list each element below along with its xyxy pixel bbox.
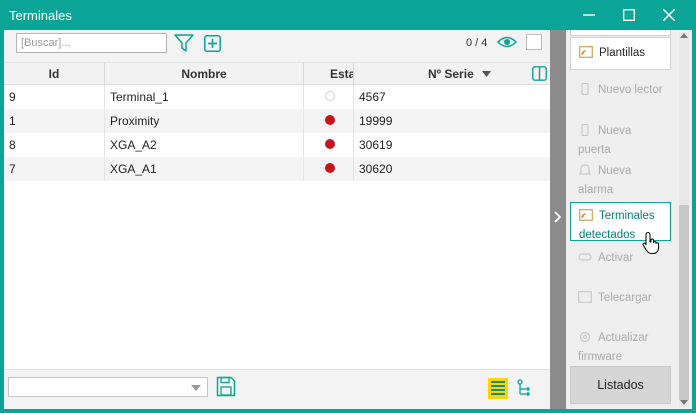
maximize-button[interactable] <box>609 0 649 30</box>
grid-footer <box>4 369 550 409</box>
cell-estado <box>304 109 354 133</box>
gear-icon <box>579 331 591 343</box>
cell-id: 1 <box>4 109 105 133</box>
filter-icon[interactable] <box>174 33 194 53</box>
cell-serie: 4567 <box>359 90 386 104</box>
sidebar-item-label: Activar <box>598 252 634 264</box>
grid-toolbar: 0 / 4 <box>4 30 550 63</box>
grid-header: Id Nombre Esta Nº Serie <box>4 63 550 85</box>
chevron-right-icon <box>554 211 562 223</box>
column-header-estado[interactable]: Esta <box>304 63 354 85</box>
terminal-detect-icon <box>579 209 593 221</box>
template-icon <box>579 46 593 58</box>
cell-serie: 30619 <box>359 138 393 152</box>
cell-id: 8 <box>4 133 105 157</box>
record-count: 0 / 4 <box>466 37 488 49</box>
status-dot <box>325 163 335 173</box>
sidebar-item-actualizar-firmware[interactable]: Actualizar firmware <box>570 325 671 364</box>
close-button[interactable] <box>649 0 689 30</box>
sidebar-item-label: Plantillas <box>599 47 646 59</box>
search-input[interactable] <box>16 33 167 53</box>
cell-nombre: Proximity <box>105 109 304 133</box>
sidebar-scrollbar[interactable] <box>676 30 692 409</box>
activate-icon <box>578 253 592 261</box>
sidebar-item-label: Telecargar <box>598 292 652 304</box>
sidebar-item-partial[interactable] <box>570 30 671 36</box>
table-row[interactable]: 1 Proximity 19999 <box>4 109 550 133</box>
column-header-nombre[interactable]: Nombre <box>105 63 304 85</box>
table-row[interactable]: 8 XGA_A2 30619 <box>4 133 550 157</box>
title-bar: Terminales <box>0 0 696 30</box>
actions-sidebar: Plantillas Nuevo lector Nueva puerta Nueva … <box>566 30 692 409</box>
window-title: Terminales <box>9 8 72 23</box>
status-dot <box>325 91 335 101</box>
terminals-grid: Id Nombre Esta Nº Serie 9 Terminal_1 4567 1… <box>4 63 550 181</box>
cell-serie: 19999 <box>359 114 393 128</box>
cell-nombre: XGA_A1 <box>105 157 304 181</box>
table-row[interactable]: 9 Terminal_1 4567 <box>4 85 550 109</box>
scroll-down-arrow[interactable] <box>680 400 688 405</box>
tree-view-icon[interactable] <box>516 379 532 397</box>
minimize-icon <box>583 14 595 16</box>
terminals-panel: 0 / 4 Id Nombre Esta Nº Serie 9 <box>4 30 550 409</box>
sidebar-item-label: Nuevo lector <box>598 84 663 96</box>
add-icon[interactable] <box>202 33 222 53</box>
listados-button[interactable]: Listados <box>570 366 671 404</box>
sidebar-item-plantillas[interactable]: Plantillas <box>570 37 671 70</box>
chevron-down-icon <box>191 385 201 391</box>
cell-id: 7 <box>4 157 105 181</box>
cell-estado <box>304 133 354 157</box>
hand-cursor-icon <box>642 231 660 255</box>
cell-nombre: Terminal_1 <box>105 85 304 109</box>
status-dot <box>325 139 335 149</box>
layout-select[interactable] <box>8 377 208 397</box>
column-chooser-icon[interactable] <box>532 66 547 81</box>
collapse-panel-handle[interactable] <box>550 30 566 409</box>
sidebar-item-nueva-puerta[interactable]: Nueva puerta <box>570 118 671 157</box>
status-dot <box>325 115 335 125</box>
table-row[interactable]: 7 XGA_A1 30620 <box>4 157 550 181</box>
app-window: Terminales 0 / 4 <box>0 0 696 413</box>
client-area: 0 / 4 Id Nombre Esta Nº Serie 9 <box>4 30 692 409</box>
maximize-icon <box>623 9 635 21</box>
upload-icon <box>578 291 592 303</box>
scroll-up-arrow[interactable] <box>680 33 688 38</box>
column-header-serie[interactable]: Nº Serie <box>354 63 550 85</box>
cell-id: 9 <box>4 85 105 109</box>
door-icon <box>581 124 589 136</box>
select-all-checkbox[interactable] <box>526 34 542 50</box>
sidebar-item-nuevo-lector[interactable]: Nuevo lector <box>570 77 671 116</box>
cell-estado <box>304 85 354 109</box>
cell-serie: 30620 <box>359 162 393 176</box>
column-header-id[interactable]: Id <box>4 63 105 85</box>
cell-nombre: XGA_A2 <box>105 133 304 157</box>
cell-estado <box>304 157 354 181</box>
sidebar-item-telecargar[interactable]: Telecargar <box>570 285 671 324</box>
sort-desc-icon <box>482 71 491 77</box>
list-view-icon[interactable] <box>488 378 508 399</box>
scrollbar-thumb[interactable] <box>679 205 689 400</box>
minimize-button[interactable] <box>569 0 609 30</box>
close-icon <box>663 9 675 21</box>
reader-icon <box>581 83 589 95</box>
sidebar-item-nueva-alarma[interactable]: Nueva alarma <box>570 158 671 197</box>
eye-icon[interactable] <box>496 34 518 52</box>
bell-icon <box>578 164 592 175</box>
save-icon[interactable] <box>216 376 236 397</box>
